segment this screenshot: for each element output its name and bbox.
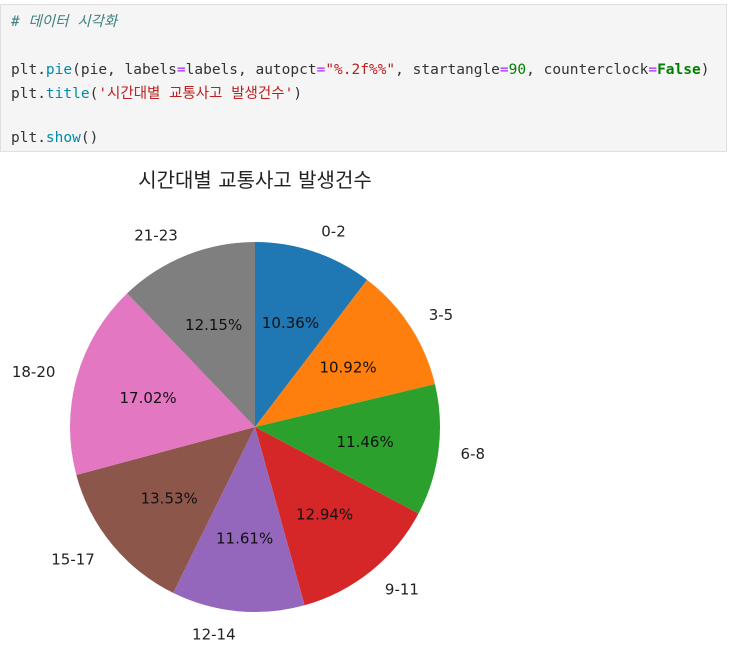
- pie-percent-label: 10.36%: [262, 314, 319, 332]
- code-comment: # 데이터 시각화: [11, 14, 118, 30]
- code-title-line: plt.title('시간대별 교통사고 발생건수'): [11, 85, 302, 103]
- code-token: 90: [508, 62, 527, 78]
- code-token: =: [176, 62, 186, 78]
- code-show-line: plt.show(): [11, 129, 98, 147]
- code-token: , counterclock: [526, 62, 649, 78]
- code-token: show: [45, 130, 81, 146]
- pie-percent-label: 11.61%: [216, 530, 273, 548]
- code-token: (: [89, 86, 99, 102]
- pie-percent-label: 13.53%: [141, 489, 198, 507]
- pie-percent-label: 17.02%: [119, 389, 176, 407]
- code-pie-line: plt.pie(pie, labels=labels, autopct="%.2…: [11, 61, 709, 79]
- pie-percent-label: 12.94%: [296, 505, 353, 523]
- code-token: plt.: [11, 62, 46, 78]
- code-token: title: [45, 86, 90, 102]
- code-comment-line: # 데이터 시각화: [11, 13, 117, 31]
- pie-category-label: 6-8: [461, 445, 486, 463]
- pie-chart: 시간대별 교통사고 발생건수 10.36% 10.92% 11.46% 12.94% 1…: [12, 168, 486, 643]
- code-token: =: [499, 62, 509, 78]
- pie-percent-label: 12.15%: [185, 316, 242, 334]
- pie-category-label: 12-14: [192, 625, 236, 643]
- code-token: ): [293, 86, 303, 102]
- pie-category-label: 18-20: [12, 363, 56, 381]
- pie-category-label: 3-5: [429, 306, 454, 324]
- code-token: plt.: [11, 86, 46, 102]
- chart-title: 시간대별 교통사고 발생건수: [138, 168, 372, 192]
- code-token: labels, autopct: [185, 62, 317, 78]
- pie-category-label: 9-11: [385, 580, 419, 598]
- pie-category-label: 15-17: [51, 550, 95, 568]
- code-token: "%.2f%%": [325, 62, 396, 78]
- code-token: (): [80, 130, 99, 146]
- pie-category-label: 21-23: [134, 227, 178, 245]
- code-token: =: [316, 62, 326, 78]
- code-token: plt.: [11, 130, 46, 146]
- code-cell[interactable]: # 데이터 시각화 plt.pie(pie, labels=labels, au…: [0, 4, 727, 152]
- code-token: pie: [45, 62, 73, 78]
- pie-category-label: 0-2: [321, 223, 346, 241]
- chart-output: 시간대별 교통사고 발생건수 10.36% 10.92% 11.46% 12.94% 1…: [0, 155, 729, 654]
- code-token: False: [657, 62, 701, 78]
- code-token: =: [648, 62, 658, 78]
- pie-slices: [70, 242, 440, 612]
- pie-percent-label: 10.92%: [319, 358, 376, 376]
- code-token: (pie, labels: [72, 62, 177, 78]
- code-token: ): [700, 62, 710, 78]
- pie-percent-label: 11.46%: [337, 433, 394, 451]
- code-token: '시간대별 교통사고 발생건수': [98, 86, 294, 102]
- code-token: , startangle: [395, 62, 500, 78]
